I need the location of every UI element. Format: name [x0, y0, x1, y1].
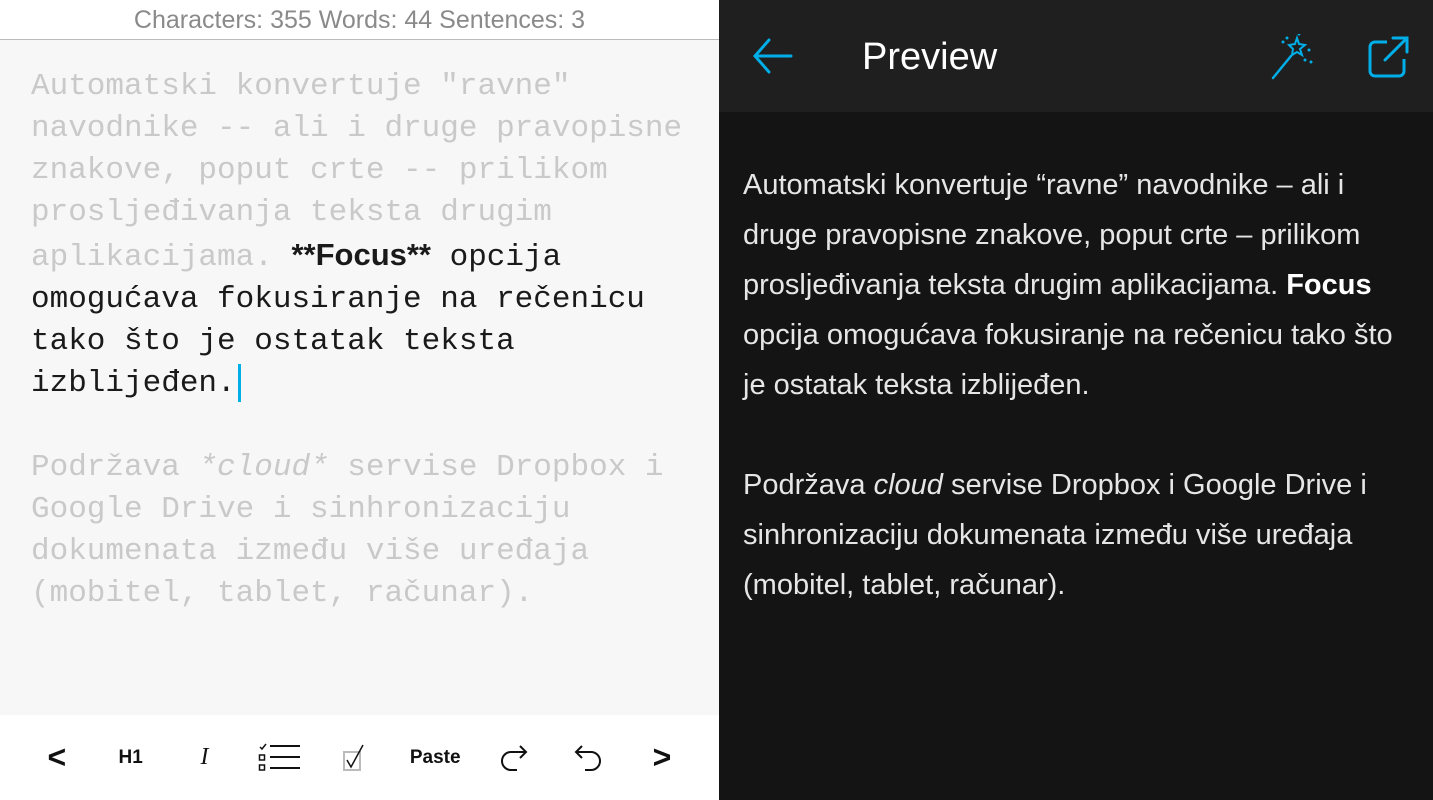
- checklist-button[interactable]: [258, 733, 302, 783]
- stats-bar: Characters: 355 Words: 44 Sentences: 3: [0, 0, 719, 40]
- formatting-toolbar: < H1 I Paste >: [0, 715, 719, 800]
- checklist-icon: [259, 743, 301, 771]
- text-cursor: [237, 363, 241, 402]
- redo-button[interactable]: [494, 733, 534, 783]
- paragraph-1: Automatski konvertuje "ravne" navodnike …: [31, 66, 701, 405]
- checkbox-button[interactable]: [336, 733, 376, 783]
- magic-wand-icon[interactable]: [1269, 34, 1317, 80]
- preview-pane: Preview Automatski konvertuje “ravne” na…: [719, 0, 1433, 800]
- redo-icon: [501, 744, 528, 771]
- preview-text: Podržava: [743, 469, 874, 501]
- italic-text: cloud: [873, 469, 943, 501]
- checkbox-icon: [343, 744, 364, 771]
- back-arrow-icon[interactable]: [751, 34, 795, 78]
- undo-icon: [574, 744, 602, 771]
- preview-text: Automatski konvertuje “ravne” navodnike …: [743, 169, 1361, 301]
- share-external-icon[interactable]: [1367, 34, 1411, 78]
- bold-text: Focus: [1286, 269, 1372, 301]
- preview-paragraph-2: Podržava cloud servise Dropbox i Google …: [743, 460, 1403, 610]
- preview-paragraph-1: Automatski konvertuje “ravne” navodnike …: [743, 160, 1403, 410]
- focus-bold-text: **Focus**: [291, 237, 431, 272]
- page-title: Preview: [862, 36, 998, 78]
- preview-header: Preview: [719, 0, 1433, 112]
- next-button[interactable]: >: [642, 733, 682, 783]
- paragraph-2: Podržava *cloud* servise Dropbox i Googl…: [31, 447, 701, 615]
- italic-button[interactable]: I: [184, 733, 224, 783]
- prev-button[interactable]: <: [37, 733, 77, 783]
- rendered-preview: Automatski konvertuje “ravne” navodnike …: [743, 160, 1403, 660]
- faded-text: Podržava: [31, 450, 199, 485]
- editor-pane: Characters: 355 Words: 44 Sentences: 3 A…: [0, 0, 719, 800]
- text-editor[interactable]: Automatski konvertuje "ravne" navodnike …: [31, 66, 701, 657]
- paste-button[interactable]: Paste: [410, 733, 461, 783]
- h1-button[interactable]: H1: [111, 733, 151, 783]
- undo-button[interactable]: [568, 733, 608, 783]
- italic-text: *cloud*: [198, 450, 329, 485]
- preview-text: opcija omogućava fokusiranje na rečenicu…: [743, 319, 1393, 401]
